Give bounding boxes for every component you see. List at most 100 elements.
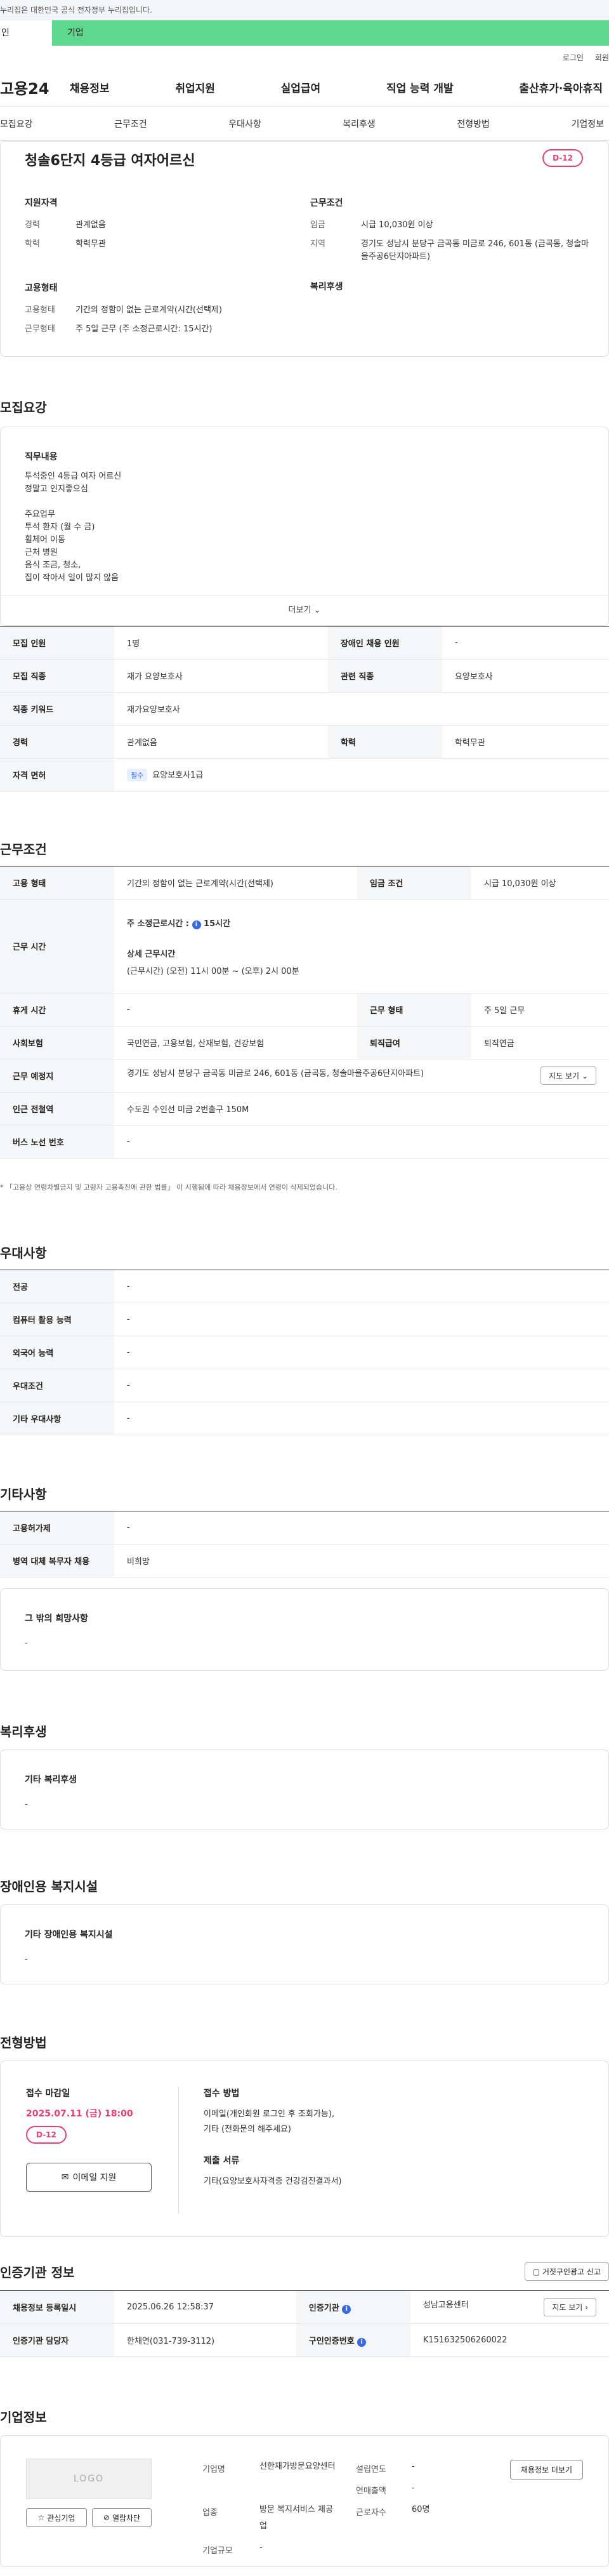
- email-apply-label: 이메일 지원: [72, 2173, 117, 2183]
- license-value: 요양보호사1급: [152, 771, 204, 780]
- recruit-table-wrap: 모집 인원 1명 장애인 채용 인원 - 모집 직종 재가 요양보호사 관련 직종 요양…: [0, 626, 609, 792]
- table-row: 버스 노선 번호 -: [0, 1125, 609, 1159]
- info-icon[interactable]: i: [357, 2337, 367, 2347]
- table-row: 컴퓨터 활용 능력 -: [0, 1303, 609, 1336]
- table-header-cell: 외국어 능력: [0, 1336, 114, 1369]
- etc-other-value: -: [25, 1638, 28, 1648]
- gnb-item-employment-support[interactable]: 취업지원: [175, 79, 215, 95]
- table-header-cell: 모집 인원: [0, 626, 114, 660]
- table-cell: 1명: [114, 626, 328, 660]
- company-section: 기업정보: [0, 2407, 609, 2426]
- block-company-button[interactable]: ⊘ 열람차단: [92, 2508, 152, 2527]
- table-header-cell: 장애인 채용 인원: [327, 626, 442, 660]
- qualification-heading: 지원자격: [25, 198, 58, 208]
- org-label: 인증기관: [308, 2303, 339, 2313]
- table-row: 인근 전철역 수도권 수인선 미금 2번출구 150M: [0, 1092, 609, 1125]
- apply-title: 전형방법: [0, 2035, 47, 2050]
- table-cell: 퇴직연금: [471, 1026, 609, 1059]
- tab-company[interactable]: 기업: [52, 20, 609, 46]
- main-navigation: 고용24 채용정보 취업지원 실업급여 직업 능력 개발 출산휴가·육아휴직: [0, 69, 609, 107]
- tab-work-conditions[interactable]: 근무조건: [114, 117, 147, 130]
- wage-label: 임금: [310, 220, 325, 230]
- welfare-value: -: [25, 1800, 28, 1809]
- table-row: 경력 관계없음 학력 학력무관: [0, 725, 609, 759]
- etc-other-wrap: 그 밖의 희망사항 -: [0, 1588, 609, 1671]
- weekly-hours-value: 15시간: [204, 919, 231, 929]
- table-cell: 수도권 수인선 미금 2번출구 150M: [114, 1092, 609, 1125]
- cert-table-wrap: 채용정보 등록일시 2025.06.26 12:58:37 인증기관 i 성남고용…: [0, 2290, 609, 2357]
- map-button[interactable]: 지도 보기 ⌄: [540, 1066, 596, 1085]
- sales-label: 연매출액: [356, 2486, 386, 2496]
- industry-label: 업종: [202, 2508, 218, 2518]
- table-row: 기타 우대사항 -: [0, 1402, 609, 1435]
- disabled-value: -: [25, 1955, 28, 1964]
- emp-type-label: 고용형태: [25, 305, 55, 315]
- table-cell: 요양보호사: [442, 659, 609, 693]
- email-apply-button[interactable]: ✉ 이메일 지원: [26, 2163, 152, 2192]
- tab-welfare[interactable]: 복리후생: [343, 117, 376, 130]
- emp-type-value: 기간의 정함이 없는 근로계약(시간(선택제): [75, 305, 222, 315]
- etc-title: 기타사항: [0, 1487, 47, 1502]
- disabled-title: 장애인용 복지시설: [0, 1879, 98, 1894]
- favorite-company-button[interactable]: ☆ 관심기업: [26, 2508, 87, 2527]
- table-header-cell: 관련 직종: [327, 659, 442, 693]
- table-cell: 재가요양보호사: [114, 692, 609, 726]
- tab-preferences[interactable]: 우대사항: [228, 117, 261, 130]
- gov-banner: 누리집은 대한민국 공식 전자정부 누리집입니다.: [0, 0, 609, 20]
- duty-text: 투석중인 4등급 여자 어르신 정말고 인지좋으심 주요업무 투석 환자 (월 …: [25, 472, 122, 583]
- gnb-item-parental-leave[interactable]: 출산휴가·육아휴직: [519, 79, 603, 95]
- table-cell: 성남고용센터 지도 보기 ›: [410, 2290, 609, 2324]
- section-tabs: 모집요강 근무조건 우대사항 복리후생 전형방법 기업정보: [0, 107, 609, 141]
- age-note: * 「고용상 연령차별금지 및 고령자 고용촉진에 관한 법률」 이 시행됨에 …: [0, 1183, 337, 1192]
- company-card-wrap: LOGO ☆ 관심기업 ⊘ 열람차단 기업명 선한재가방문요양센터 업종 방문 복지…: [0, 2435, 609, 2567]
- org-map-button[interactable]: 지도 보기 ›: [544, 2298, 596, 2316]
- gnb-item-skills[interactable]: 직업 능력 개발: [386, 79, 454, 95]
- site-logo[interactable]: 고용24: [0, 76, 70, 98]
- founded-label: 설립연도: [356, 2465, 386, 2474]
- info-icon[interactable]: i: [192, 920, 201, 929]
- work-shape-label: 근무형태: [25, 324, 55, 334]
- company-title: 기업정보: [0, 2410, 47, 2425]
- tab-company[interactable]: 기업정보: [571, 117, 604, 130]
- table-header-cell: 자격 면허: [0, 758, 114, 792]
- tab-selection[interactable]: 전형방법: [457, 117, 490, 130]
- info-icon[interactable]: i: [342, 2304, 351, 2314]
- tab-recruit[interactable]: 모집요강: [0, 117, 33, 130]
- more-jobs-button[interactable]: 채용정보 더보기: [509, 2460, 583, 2480]
- table-cell: 2025.06.26 12:58:37: [114, 2290, 296, 2324]
- table-row: 모집 인원 1명 장애인 채용 인원 -: [0, 626, 609, 660]
- table-cell: 기간의 정함이 없는 근로계약(시간(선택제): [114, 866, 357, 900]
- table-header-cell: 고용허가제: [0, 1511, 114, 1544]
- report-icon: ▢: [532, 2267, 540, 2276]
- work-table-wrap: 고용 형태 기간의 정함이 없는 근로계약(시간(선택제) 임금 조건 시급 10,…: [0, 866, 609, 1159]
- gnb-item-unemployment-benefit[interactable]: 실업급여: [281, 79, 321, 95]
- more-button[interactable]: 더보기 ⌄: [1, 595, 608, 625]
- table-row: 인증기관 담당자 한채연(031-739-3112) 구인인증번호 i K1516…: [0, 2323, 609, 2357]
- employees-value: 60명: [412, 2505, 430, 2514]
- hours-detail-value: (근무시간) (오전) 11시 00분 ~ (오후) 2시 00분: [127, 966, 299, 976]
- chevron-down-icon: ⌄: [313, 606, 321, 615]
- login-link[interactable]: 로그인: [563, 52, 584, 63]
- welfare-section: 복리후생: [0, 1722, 609, 1740]
- size-value: -: [259, 2543, 263, 2553]
- tab-personal[interactable]: 인: [0, 20, 52, 46]
- table-row: 사회보험 국민연금, 고용보험, 산재보험, 건강보험 퇴직급여 퇴직연금: [0, 1026, 609, 1059]
- gnb-item-jobs[interactable]: 채용정보: [70, 79, 110, 95]
- table-header-cell: 근무 시간: [0, 899, 114, 993]
- work-shape-value: 주 5일 근무 (주 소정근로시간: 15시간): [75, 324, 213, 334]
- dday-badge: D-12: [542, 149, 583, 167]
- table-header-cell: 경력: [0, 725, 114, 759]
- etc-table-wrap: 고용허가제 - 병역 대체 복무자 채용 비희망: [0, 1511, 609, 1577]
- table-header-cell: 휴게 시간: [0, 993, 114, 1026]
- join-link[interactable]: 회원: [595, 52, 609, 63]
- pref-section: 우대사항: [0, 1243, 609, 1261]
- report-button[interactable]: ▢ 거짓구인광고 신고: [524, 2262, 609, 2281]
- welfare-heading: 복리후생: [310, 282, 343, 292]
- table-header-cell: 고용 형태: [0, 866, 114, 900]
- table-row: 병역 대체 복무자 채용 비희망: [0, 1544, 609, 1577]
- table-cell: -: [114, 1303, 609, 1336]
- employees-label: 근로자수: [356, 2508, 386, 2518]
- size-label: 기업규모: [202, 2546, 233, 2556]
- pref-table-wrap: 전공 - 컴퓨터 활용 능력 - 외국어 능력 - 우대조건 - 기타 우대사항 -: [0, 1270, 609, 1435]
- table-header-cell: 인근 전철역: [0, 1092, 114, 1125]
